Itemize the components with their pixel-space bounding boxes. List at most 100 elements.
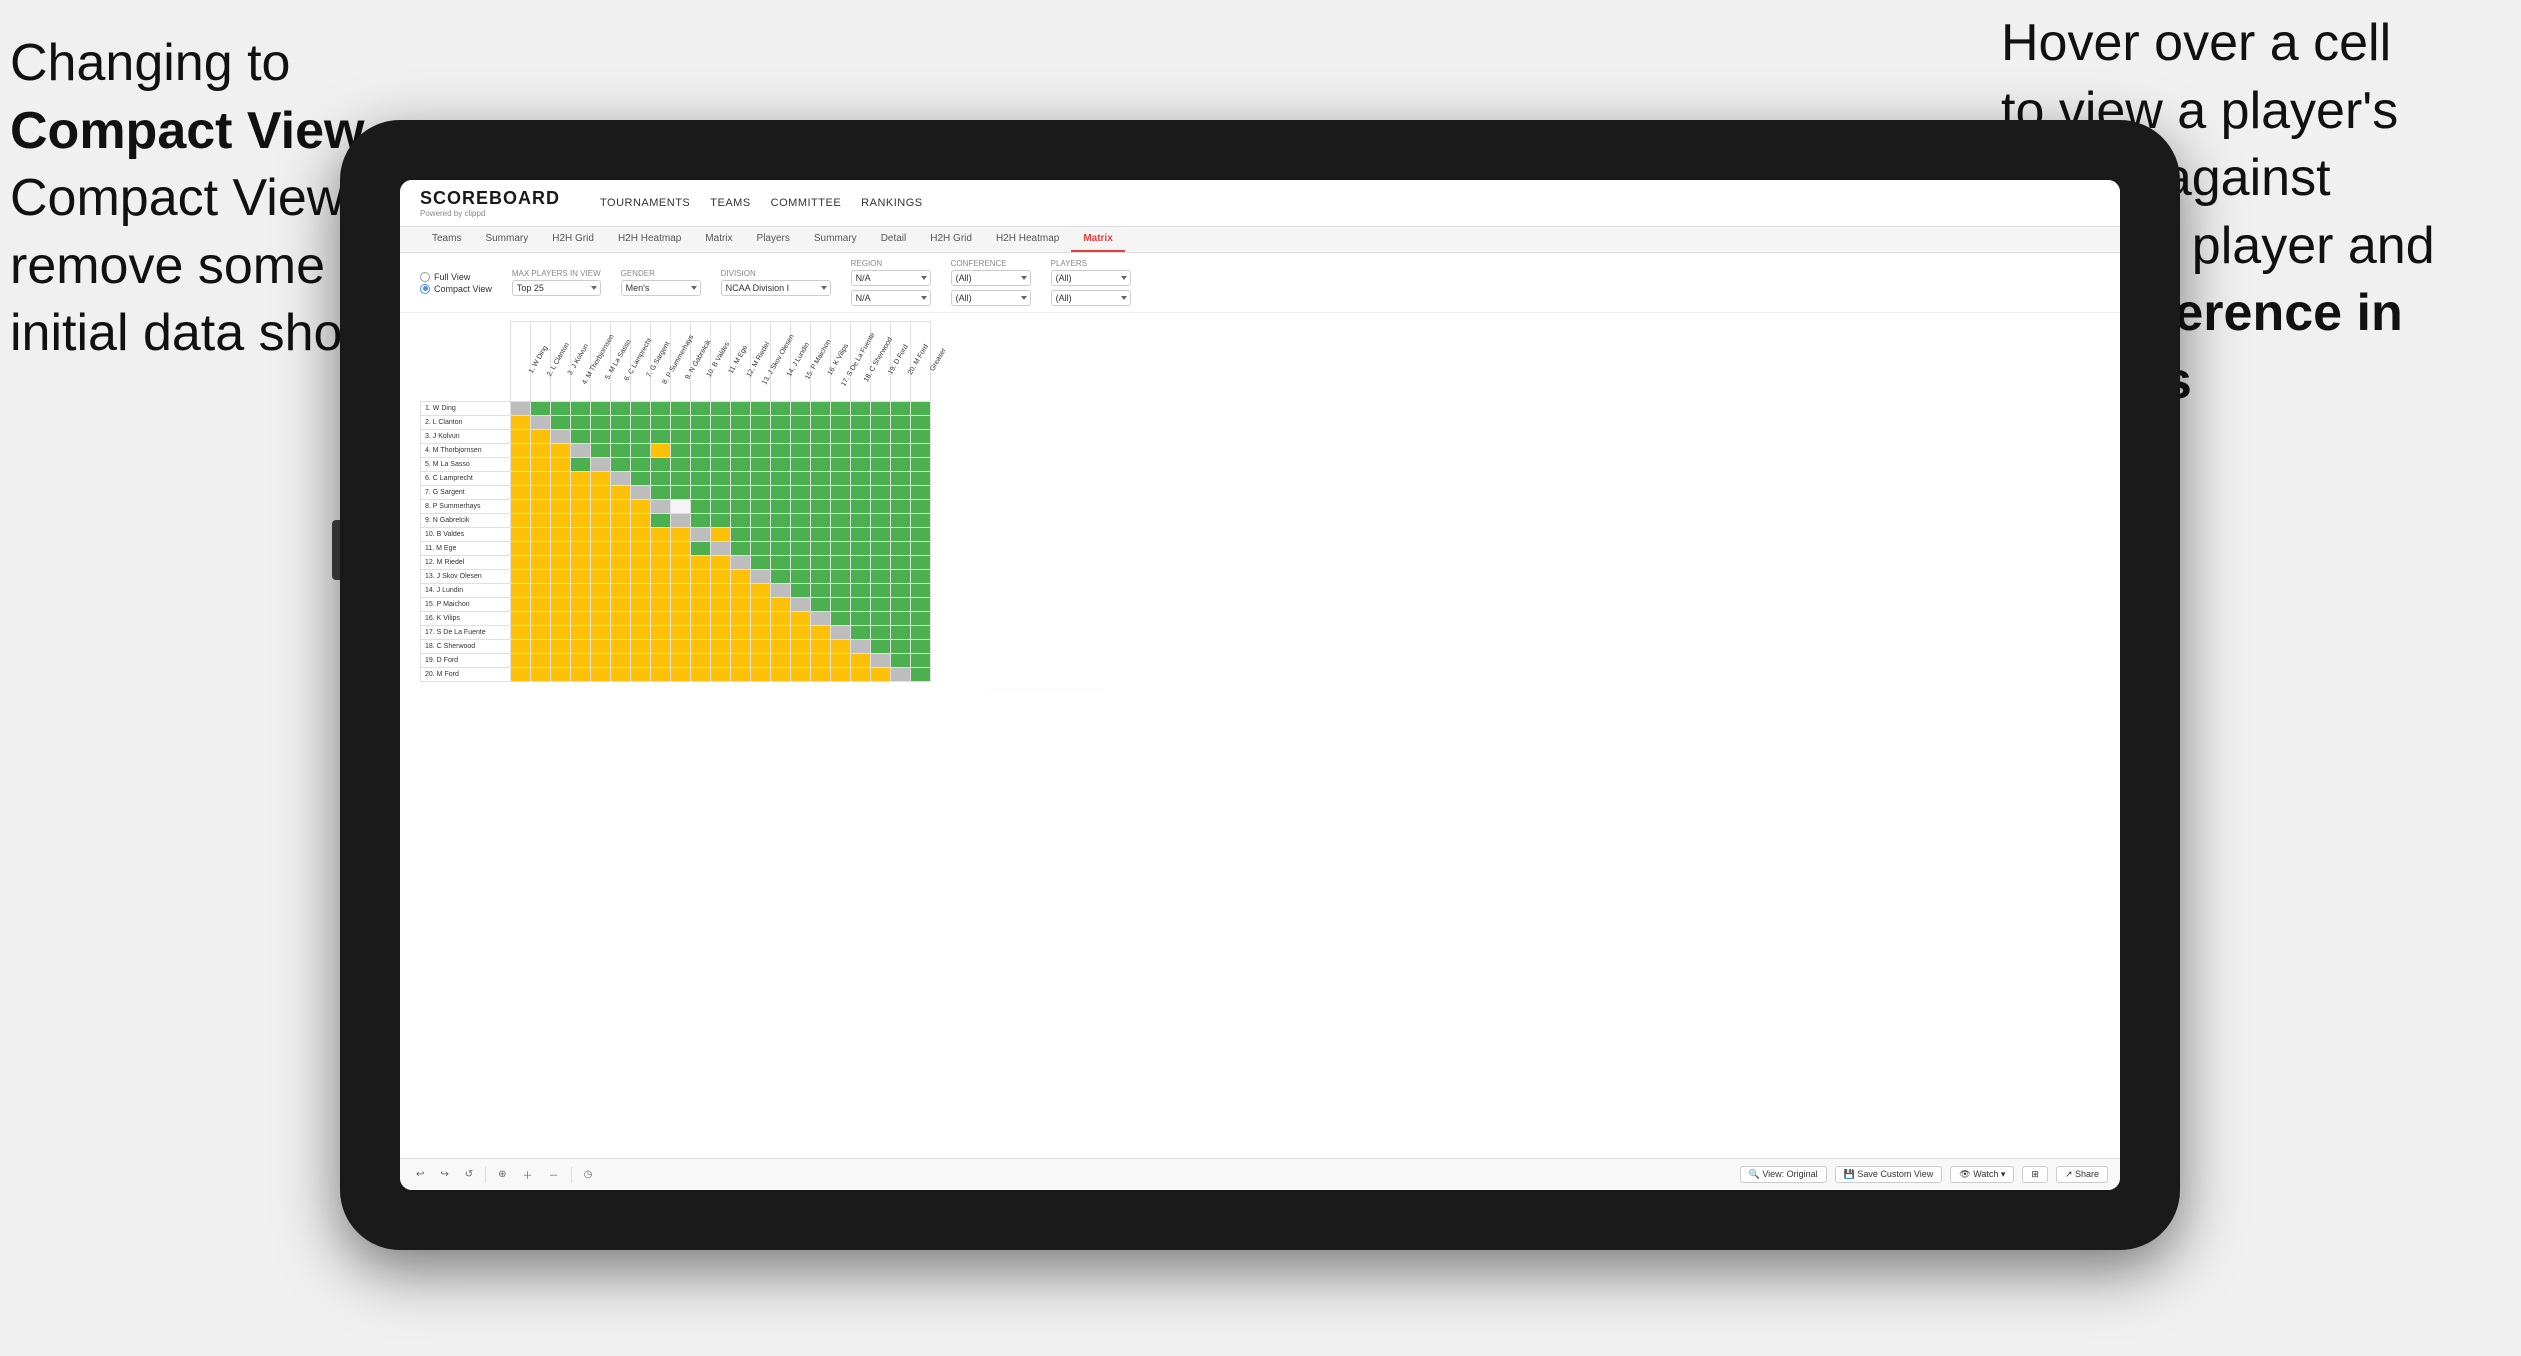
matrix-cell-r17-c8[interactable] [651, 626, 671, 640]
matrix-cell-r7-c21[interactable] [911, 486, 931, 500]
matrix-cell-r4-c1[interactable] [511, 444, 531, 458]
matrix-cell-r20-c15[interactable] [791, 668, 811, 682]
matrix-cell-r10-c7[interactable] [631, 528, 651, 542]
matrix-cell-r8-c9[interactable] [671, 500, 691, 514]
matrix-cell-r10-c1[interactable] [511, 528, 531, 542]
matrix-cell-r8-c8[interactable] [651, 500, 671, 514]
matrix-cell-r4-c4[interactable] [571, 444, 591, 458]
matrix-cell-r20-c1[interactable] [511, 668, 531, 682]
matrix-cell-r16-c13[interactable] [751, 612, 771, 626]
matrix-cell-r16-c15[interactable] [791, 612, 811, 626]
matrix-cell-r13-c17[interactable] [831, 570, 851, 584]
matrix-cell-r8-c11[interactable] [711, 500, 731, 514]
matrix-cell-r4-c2[interactable] [531, 444, 551, 458]
matrix-cell-r9-c20[interactable] [891, 514, 911, 528]
matrix-cell-r7-c4[interactable] [571, 486, 591, 500]
matrix-cell-r2-c14[interactable] [771, 416, 791, 430]
matrix-cell-r19-c18[interactable] [851, 654, 871, 668]
matrix-cell-r11-c7[interactable] [631, 542, 651, 556]
matrix-cell-r3-c12[interactable] [731, 430, 751, 444]
matrix-cell-r15-c4[interactable] [571, 598, 591, 612]
matrix-cell-r17-c19[interactable] [871, 626, 891, 640]
matrix-cell-r20-c9[interactable] [671, 668, 691, 682]
matrix-cell-r16-c10[interactable] [691, 612, 711, 626]
matrix-cell-r19-c10[interactable] [691, 654, 711, 668]
matrix-cell-r14-c3[interactable] [551, 584, 571, 598]
matrix-cell-r11-c2[interactable] [531, 542, 551, 556]
matrix-cell-r4-c12[interactable] [731, 444, 751, 458]
matrix-cell-r16-c5[interactable] [591, 612, 611, 626]
matrix-cell-r12-c6[interactable] [611, 556, 631, 570]
matrix-cell-r9-c18[interactable] [851, 514, 871, 528]
matrix-cell-r3-c14[interactable] [771, 430, 791, 444]
matrix-cell-r16-c9[interactable] [671, 612, 691, 626]
matrix-cell-r2-c8[interactable] [651, 416, 671, 430]
matrix-cell-r1-c10[interactable] [691, 402, 711, 416]
matrix-cell-r9-c10[interactable] [691, 514, 711, 528]
matrix-cell-r18-c5[interactable] [591, 640, 611, 654]
matrix-cell-r6-c20[interactable] [891, 472, 911, 486]
matrix-cell-r17-c5[interactable] [591, 626, 611, 640]
matrix-cell-r14-c11[interactable] [711, 584, 731, 598]
matrix-cell-r18-c17[interactable] [831, 640, 851, 654]
matrix-cell-r15-c10[interactable] [691, 598, 711, 612]
matrix-cell-r10-c9[interactable] [671, 528, 691, 542]
matrix-cell-r12-c7[interactable] [631, 556, 651, 570]
matrix-cell-r2-c13[interactable] [751, 416, 771, 430]
matrix-cell-r19-c13[interactable] [751, 654, 771, 668]
tab-summary2[interactable]: Summary [802, 227, 869, 252]
matrix-cell-r14-c15[interactable] [791, 584, 811, 598]
matrix-cell-r6-c1[interactable] [511, 472, 531, 486]
matrix-cell-r20-c16[interactable] [811, 668, 831, 682]
matrix-cell-r11-c11[interactable] [711, 542, 731, 556]
matrix-cell-r9-c21[interactable] [911, 514, 931, 528]
matrix-cell-r5-c8[interactable] [651, 458, 671, 472]
matrix-cell-r3-c8[interactable] [651, 430, 671, 444]
matrix-cell-r17-c1[interactable] [511, 626, 531, 640]
matrix-cell-r5-c15[interactable] [791, 458, 811, 472]
matrix-cell-r20-c10[interactable] [691, 668, 711, 682]
matrix-cell-r11-c14[interactable] [771, 542, 791, 556]
matrix-cell-r3-c19[interactable] [871, 430, 891, 444]
matrix-cell-r16-c21[interactable] [911, 612, 931, 626]
matrix-cell-r1-c18[interactable] [851, 402, 871, 416]
matrix-cell-r3-c18[interactable] [851, 430, 871, 444]
matrix-cell-r12-c8[interactable] [651, 556, 671, 570]
matrix-cell-r17-c18[interactable] [851, 626, 871, 640]
matrix-cell-r9-c14[interactable] [771, 514, 791, 528]
matrix-cell-r3-c10[interactable] [691, 430, 711, 444]
matrix-cell-r5-c18[interactable] [851, 458, 871, 472]
matrix-cell-r14-c9[interactable] [671, 584, 691, 598]
matrix-cell-r2-c3[interactable] [551, 416, 571, 430]
matrix-cell-r4-c20[interactable] [891, 444, 911, 458]
matrix-cell-r8-c5[interactable] [591, 500, 611, 514]
matrix-cell-r1-c20[interactable] [891, 402, 911, 416]
matrix-cell-r16-c1[interactable] [511, 612, 531, 626]
matrix-cell-r4-c13[interactable] [751, 444, 771, 458]
matrix-cell-r13-c15[interactable] [791, 570, 811, 584]
gender-select[interactable]: Men's [621, 280, 701, 296]
matrix-cell-r8-c12[interactable] [731, 500, 751, 514]
matrix-cell-r11-c1[interactable] [511, 542, 531, 556]
matrix-cell-r12-c16[interactable] [811, 556, 831, 570]
matrix-cell-r14-c17[interactable] [831, 584, 851, 598]
matrix-cell-r6-c17[interactable] [831, 472, 851, 486]
matrix-cell-r9-c5[interactable] [591, 514, 611, 528]
tab-matrix2[interactable]: Matrix [1071, 227, 1124, 252]
matrix-cell-r9-c3[interactable] [551, 514, 571, 528]
matrix-cell-r8-c1[interactable] [511, 500, 531, 514]
matrix-cell-r11-c19[interactable] [871, 542, 891, 556]
matrix-cell-r11-c5[interactable] [591, 542, 611, 556]
matrix-cell-r10-c6[interactable] [611, 528, 631, 542]
matrix-cell-r2-c6[interactable] [611, 416, 631, 430]
matrix-cell-r6-c6[interactable] [611, 472, 631, 486]
matrix-cell-r11-c12[interactable] [731, 542, 751, 556]
matrix-cell-r18-c13[interactable] [751, 640, 771, 654]
matrix-cell-r18-c14[interactable] [771, 640, 791, 654]
matrix-cell-r6-c8[interactable] [651, 472, 671, 486]
matrix-cell-r3-c6[interactable] [611, 430, 631, 444]
matrix-cell-r1-c12[interactable] [731, 402, 751, 416]
matrix-cell-r8-c3[interactable] [551, 500, 571, 514]
matrix-cell-r11-c4[interactable] [571, 542, 591, 556]
matrix-cell-r4-c15[interactable] [791, 444, 811, 458]
